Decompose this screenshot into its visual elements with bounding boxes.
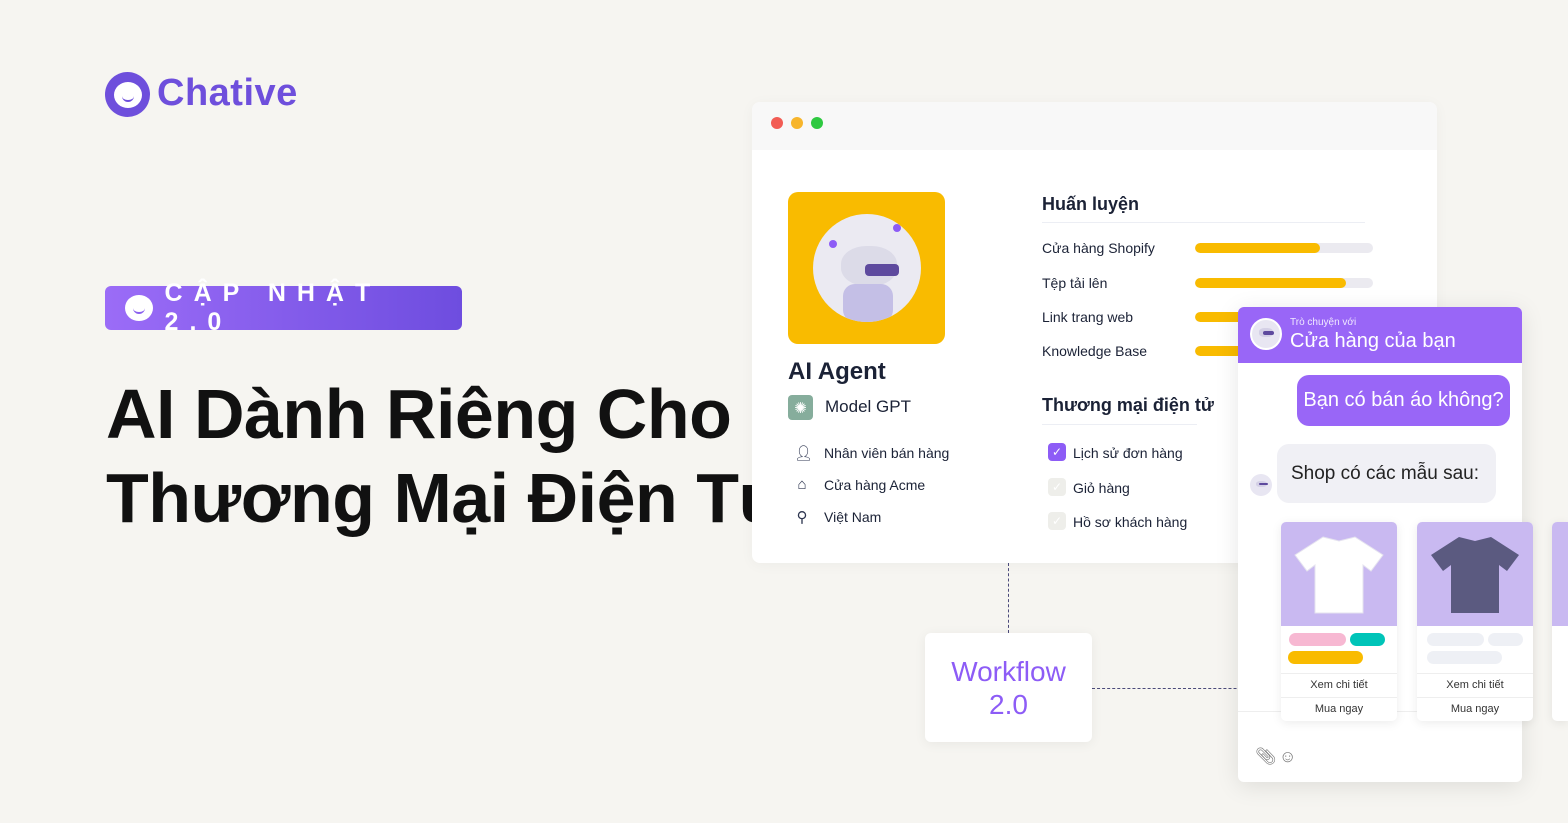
- check-label: Hồ sơ khách hàng: [1073, 514, 1188, 530]
- training-label: Cửa hàng Shopify: [1042, 240, 1155, 256]
- product-card: Xem chi tiết Mua ngay: [1417, 522, 1533, 721]
- tag: [1350, 633, 1385, 646]
- home-icon: ⌂: [797, 476, 807, 493]
- checkbox-customer-profile[interactable]: ✓: [1048, 512, 1066, 530]
- update-badge: CẬP NHẬT 2.0: [105, 279, 462, 336]
- bot-avatar-icon: [1250, 474, 1272, 496]
- minimize-dot-icon[interactable]: [791, 117, 803, 129]
- buy-now-button[interactable]: Mua ngay: [1417, 697, 1533, 720]
- headline-line-1: AI Dành Riêng Cho: [106, 375, 732, 453]
- chat-header: Trò chuyện với Cửa hàng của bạn: [1238, 307, 1522, 363]
- divider: [1042, 424, 1197, 425]
- check-label: Lịch sử đơn hàng: [1073, 445, 1183, 461]
- connector-line: [1008, 563, 1009, 633]
- bot-avatar-icon: [1250, 318, 1282, 350]
- attachment-icon[interactable]: 📎︎: [1255, 747, 1277, 767]
- tag: [1289, 633, 1346, 646]
- agent-title: AI Agent: [788, 358, 886, 385]
- window-titlebar: [752, 102, 1437, 150]
- headline: AI Dành Riêng Cho Thương Mại Điện Tử: [106, 372, 789, 540]
- product-image: [1281, 522, 1397, 626]
- badge-label: CẬP NHẬT 2.0: [164, 279, 382, 336]
- user-message: Bạn có bán áo không?: [1297, 375, 1510, 426]
- info-label: Việt Nam: [824, 509, 882, 525]
- checkbox-cart[interactable]: ✓: [1048, 478, 1066, 496]
- checkbox-order-history[interactable]: ✓: [1048, 443, 1066, 461]
- training-title: Huấn luyện: [1042, 194, 1140, 214]
- user-icon: 👤︎: [794, 445, 814, 462]
- training-progress-bar: [1195, 278, 1373, 288]
- product-card-partial: [1552, 522, 1568, 721]
- tshirt-icon: [1431, 537, 1519, 613]
- training-label: Tệp tải lên: [1042, 275, 1108, 291]
- close-dot-icon[interactable]: [771, 117, 783, 129]
- info-label: Cửa hàng Acme: [824, 476, 926, 493]
- tag: [1488, 633, 1523, 646]
- view-details-button[interactable]: Xem chi tiết: [1281, 673, 1397, 696]
- info-location: ⚲ Việt Nam: [794, 508, 882, 526]
- divider: [1042, 222, 1365, 223]
- workflow-version: 2.0: [989, 688, 1028, 720]
- emoji-icon[interactable]: ☺: [1279, 747, 1296, 767]
- brand-name: Chative: [157, 72, 298, 114]
- chative-logo-icon: [105, 72, 150, 117]
- check-label: Giỏ hàng: [1073, 480, 1130, 496]
- chat-title: Cửa hàng của bạn: [1290, 330, 1456, 352]
- tshirt-icon: [1294, 536, 1384, 614]
- ecommerce-title: Thương mại điện tử: [1042, 395, 1214, 415]
- view-details-button[interactable]: Xem chi tiết: [1417, 673, 1533, 696]
- location-pin-icon: ⚲: [796, 509, 808, 526]
- model-label: Model GPT: [825, 397, 911, 416]
- training-label: Link trang web: [1042, 309, 1134, 325]
- product-image: [1417, 522, 1533, 626]
- info-role: 👤︎ Nhân viên bán hàng: [794, 444, 949, 462]
- info-store: ⌂ Cửa hàng Acme: [794, 476, 925, 493]
- chat-subtitle: Trò chuyện với: [1290, 317, 1357, 328]
- info-label: Nhân viên bán hàng: [824, 445, 950, 461]
- training-progress-bar: [1195, 243, 1373, 253]
- tag: [1427, 651, 1502, 664]
- headline-line-2: Thương Mại Điện Tử: [106, 459, 789, 537]
- agent-avatar: [788, 192, 945, 344]
- workflow-label: Workflow: [951, 655, 1066, 687]
- chat-bubble-icon: [125, 295, 153, 321]
- workflow-box[interactable]: Workflow 2.0: [925, 633, 1092, 742]
- buy-now-button[interactable]: Mua ngay: [1281, 697, 1397, 720]
- product-card: Xem chi tiết Mua ngay: [1281, 522, 1397, 721]
- bot-message: Shop có các mẫu sau:: [1277, 444, 1496, 503]
- tag: [1288, 651, 1363, 664]
- robot-icon: [812, 214, 921, 322]
- tag: [1427, 633, 1484, 646]
- openai-icon: ✺: [788, 395, 813, 420]
- training-label: Knowledge Base: [1042, 343, 1148, 359]
- product-image: [1552, 522, 1568, 626]
- maximize-dot-icon[interactable]: [811, 117, 823, 129]
